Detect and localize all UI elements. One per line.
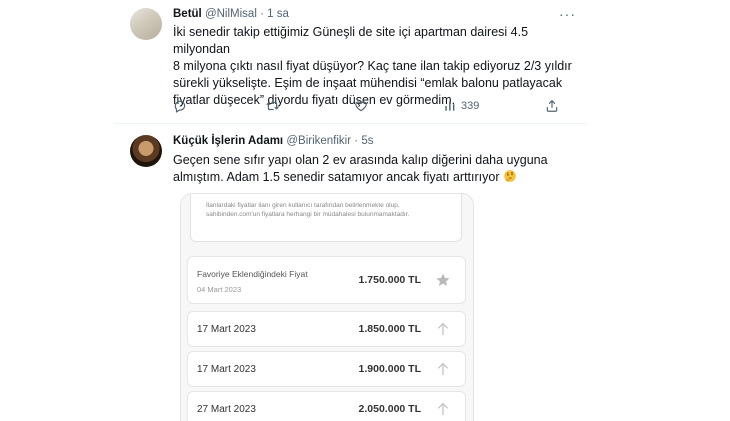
user-handle[interactable]: @Birikenfikir	[286, 135, 351, 147]
share-icon	[546, 99, 558, 112]
separator-dot: ·	[260, 8, 264, 20]
price-value: 1.850.000 TL	[358, 323, 421, 335]
price-history-row: 17 Mart 2023 1.850.000 TL	[187, 311, 466, 347]
price-value: 2.050.000 TL	[358, 403, 421, 415]
tweet-text: Geçen sene sıfır yapı olan 2 ev arasında…	[173, 152, 573, 188]
arrow-up-icon	[437, 402, 449, 415]
heart-icon	[355, 101, 367, 112]
timestamp[interactable]: 5s	[361, 135, 373, 147]
reply-icon	[174, 100, 186, 113]
thinking-face-icon	[503, 169, 517, 188]
timeline-column: Betül @NilMisal · 1 sa ··· İki senedir t…	[114, 0, 586, 421]
star-icon	[436, 273, 450, 286]
user-handle[interactable]: @NilMisal	[205, 8, 257, 20]
disclaimer-line: İlanlardaki fiyatlar ilanı giren kullanı…	[206, 202, 400, 209]
separator-dot: ·	[354, 135, 359, 147]
tweet-text-line: İki senedir takip ettiğimiz Güneşli de s…	[173, 25, 529, 56]
tweet-text-line: almıştım. Adam 1.5 senedir satamıyor anc…	[173, 170, 500, 184]
favorite-label: Favoriye Eklendiğindeki Fiyat	[197, 269, 308, 279]
favorite-date: 04 Mart 2023	[197, 285, 242, 294]
price-date: 17 Mart 2023	[197, 323, 256, 335]
views-button[interactable]: 339	[443, 98, 479, 114]
tweet-text-line: Geçen sene sıfır yapı olan 2 ev arasında…	[173, 153, 548, 167]
tweet-image[interactable]: İlanlardaki fiyatlar ilanı giren kullanı…	[180, 193, 474, 421]
price-date: 17 Mart 2023	[197, 363, 256, 375]
tweet-header: Küçük İşlerin Adamı @Birikenfikir · 5s	[173, 135, 373, 147]
avatar-betul[interactable]	[130, 8, 162, 40]
display-name[interactable]: Betül	[173, 8, 202, 20]
tweet-actions: 339	[173, 98, 573, 114]
tweet-text: İki senedir takip ettiğimiz Güneşli de s…	[173, 24, 573, 109]
favorite-price-row: Favoriye Eklendiğindeki Fiyat 04 Mart 20…	[187, 256, 466, 304]
price-history-row: 27 Mart 2023 2.050.000 TL	[187, 391, 466, 421]
timestamp[interactable]: 1 sa	[267, 8, 289, 20]
reply-button[interactable]	[173, 98, 187, 114]
tweet-betul[interactable]: Betül @NilMisal · 1 sa ··· İki senedir t…	[114, 0, 586, 124]
avatar-birikenfikir[interactable]	[130, 135, 162, 167]
retweet-icon	[266, 101, 279, 111]
display-name[interactable]: Küçük İşlerin Adamı	[173, 135, 283, 147]
more-options-icon[interactable]: ···	[559, 6, 576, 22]
retweet-button[interactable]	[265, 98, 280, 114]
arrow-up-icon	[437, 362, 449, 375]
price-disclaimer: İlanlardaki fiyatlar ilanı giren kullanı…	[190, 194, 462, 242]
price-history-row: 17 Mart 2023 1.900.000 TL	[187, 351, 466, 387]
price-date: 27 Mart 2023	[197, 403, 256, 415]
views-icon	[445, 101, 455, 111]
favorite-price: 1.750.000 TL	[358, 274, 421, 286]
share-button[interactable]	[545, 98, 559, 114]
tweet-text-line: 8 milyona çıktı nasıl fiyat düşüyor? Kaç…	[173, 59, 572, 73]
arrow-up-icon	[437, 322, 449, 335]
tweet-text-line: sürekli yükselişte. Eşim de inşaat mühen…	[173, 76, 563, 90]
views-count: 339	[461, 100, 480, 112]
price-value: 1.900.000 TL	[358, 363, 421, 375]
disclaimer-line: sahibinden.com'un fiyatlara herhangi bir…	[206, 211, 410, 218]
tweet-text-line-wrap: almıştım. Adam 1.5 senedir satamıyor anc…	[173, 169, 573, 188]
like-button[interactable]	[354, 98, 368, 114]
tweet-header: Betül @NilMisal · 1 sa	[173, 8, 289, 20]
